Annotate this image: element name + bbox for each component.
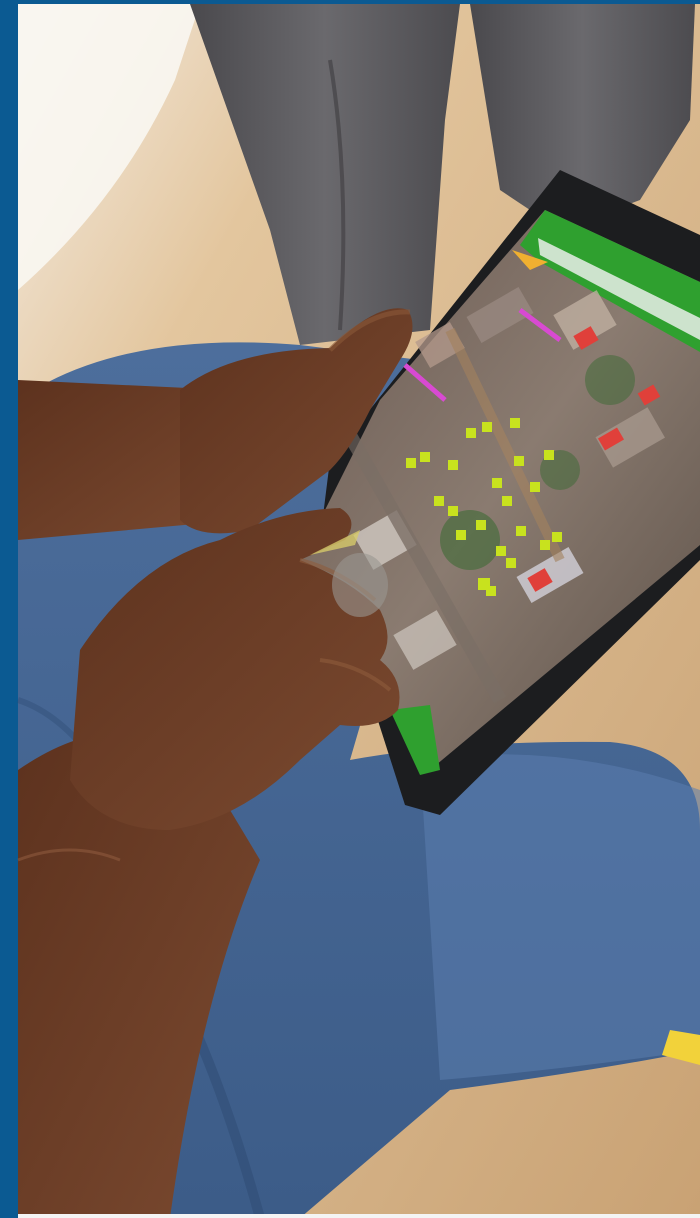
field-survey-photo: [0, 0, 700, 1218]
bottom-edge: [18, 1214, 700, 1218]
photo-frame: [0, 0, 700, 1218]
